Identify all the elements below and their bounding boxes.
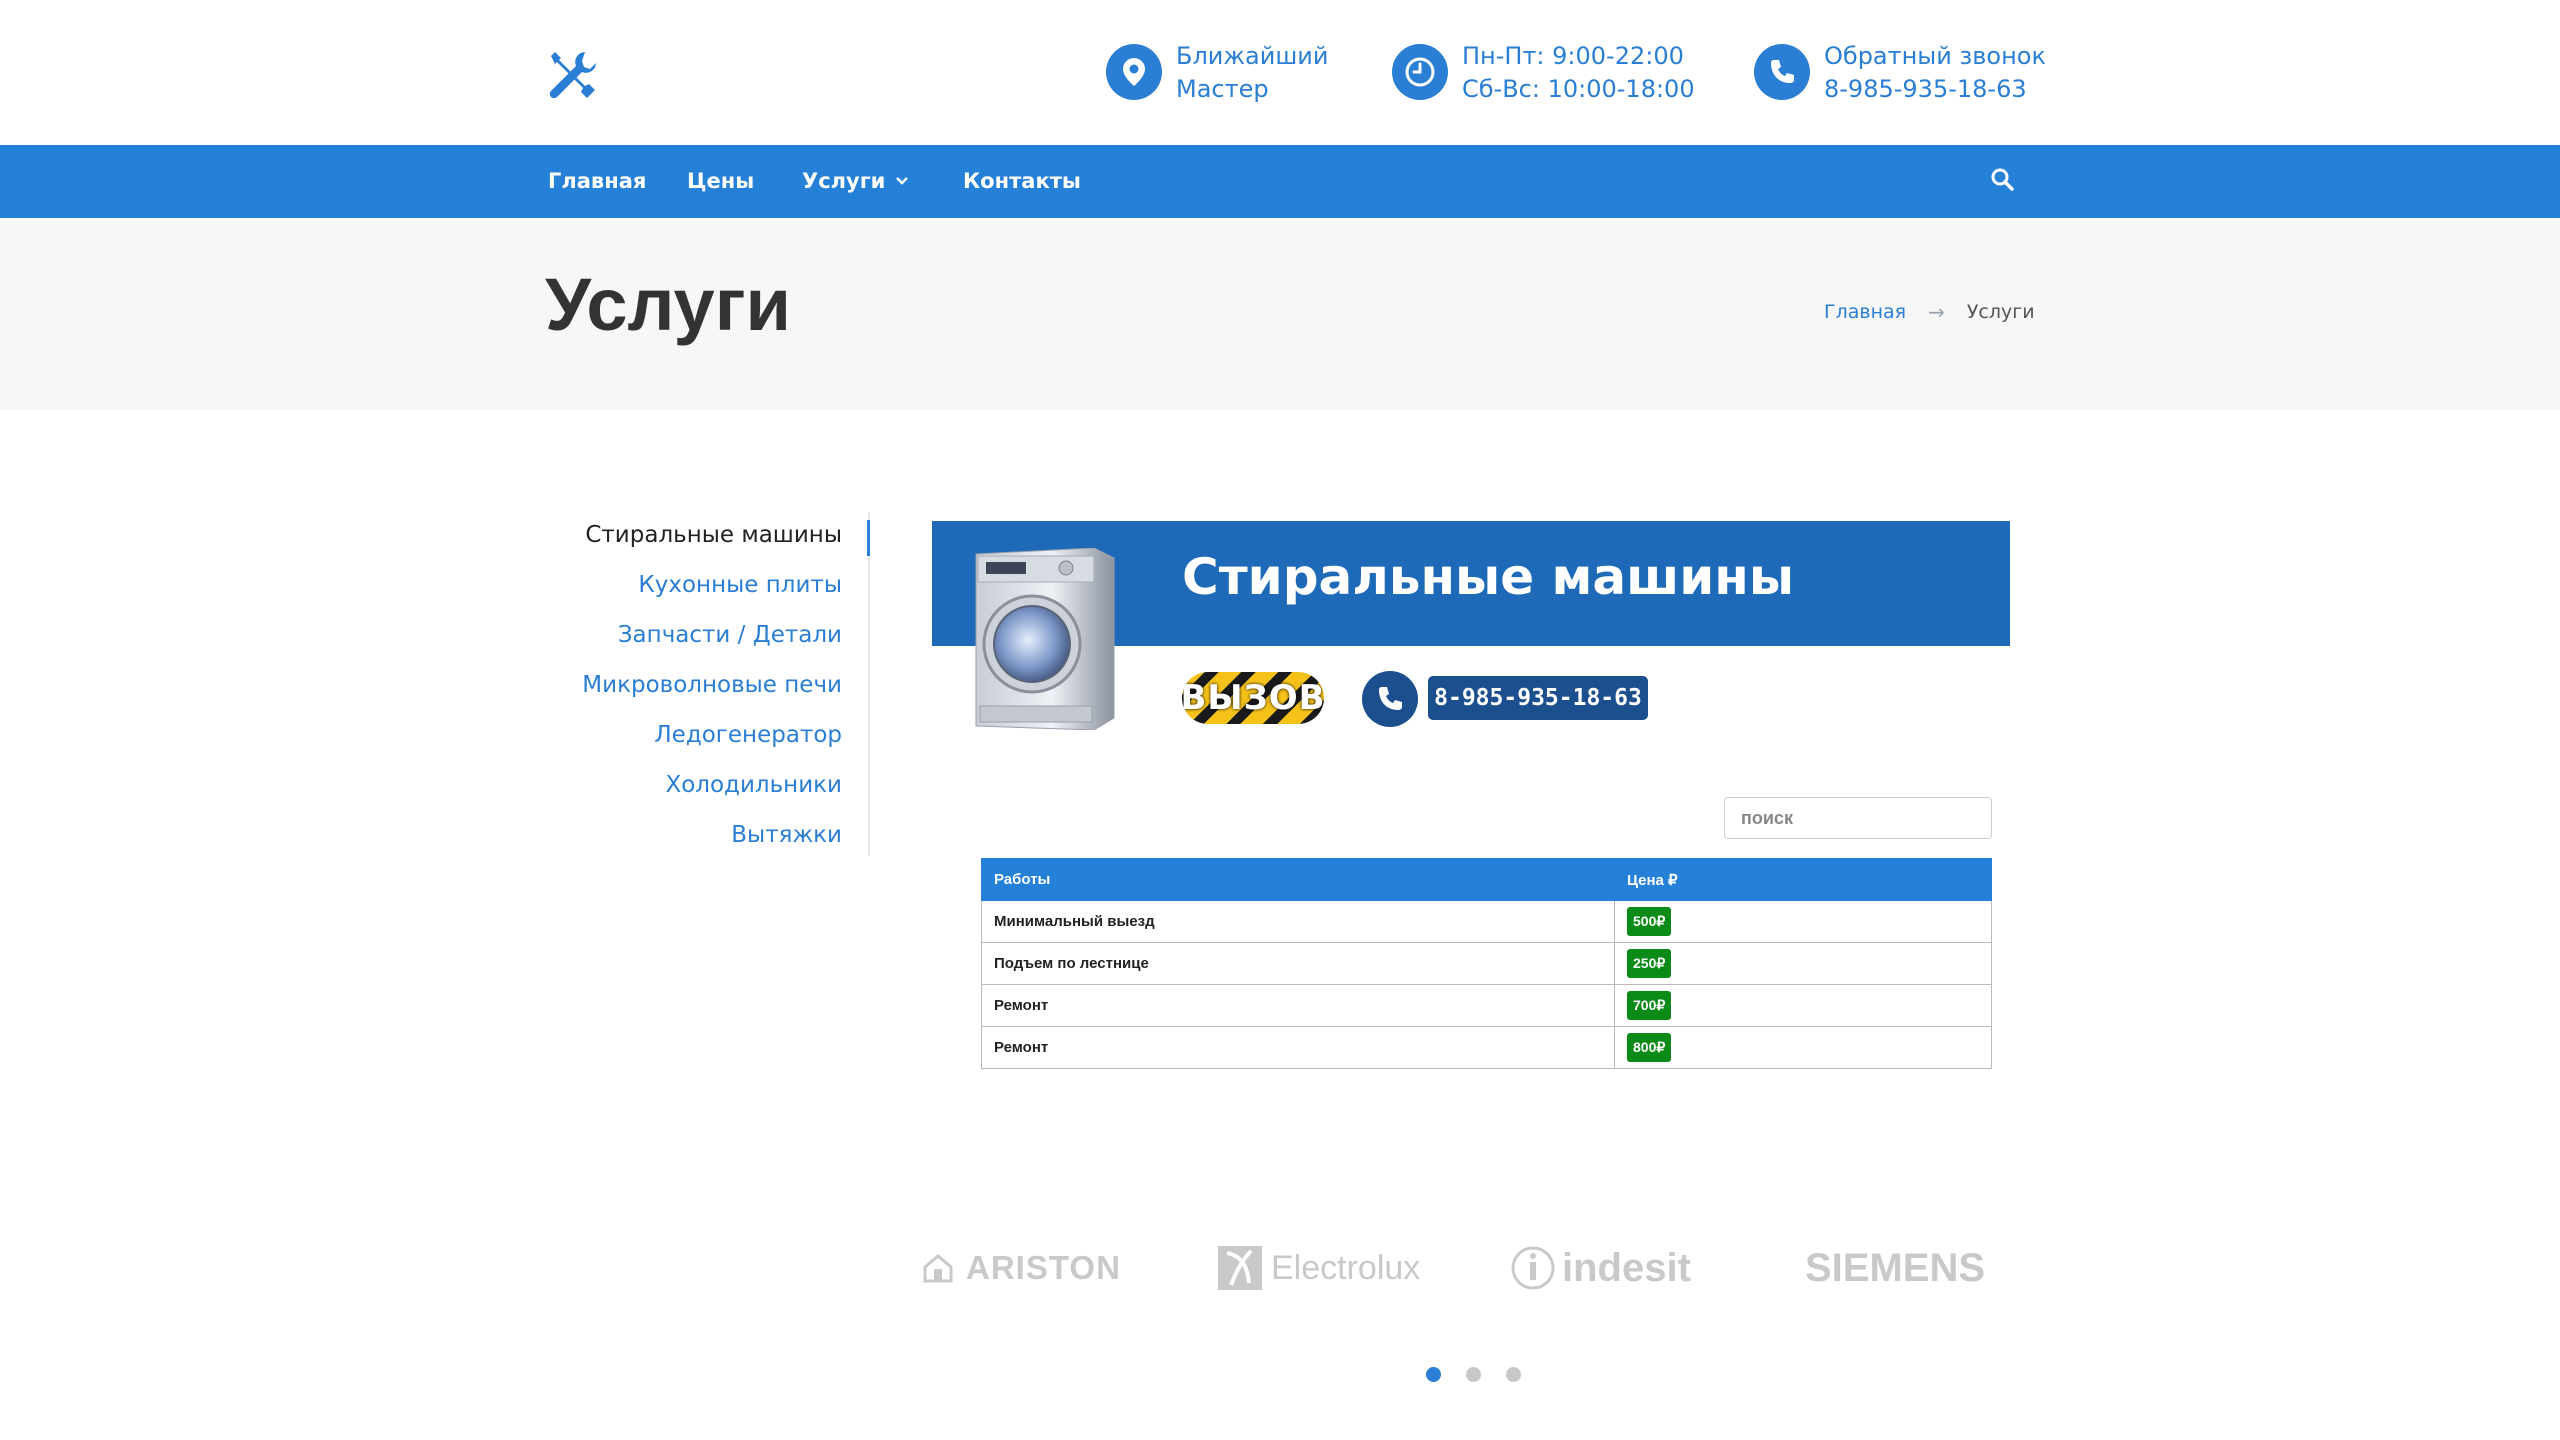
clock-icon xyxy=(1392,44,1448,100)
carousel-dot[interactable] xyxy=(1506,1367,1521,1382)
hours-weekdays: Пн-Пт: 9:00-22:00 xyxy=(1462,42,1684,70)
price-badge: 500₽ xyxy=(1627,907,1672,936)
sidebar-item-fridges[interactable]: Холодильники xyxy=(665,772,842,798)
working-hours: Пн-Пт: 9:00-22:00 Сб-Вс: 10:00-18:00 xyxy=(1392,40,1695,106)
table-search-input[interactable] xyxy=(1724,797,1992,839)
work-cell: Ремонт xyxy=(981,984,1615,1027)
carousel-dot[interactable] xyxy=(1466,1367,1481,1382)
banner-phone[interactable]: 8-985-935-18-63 xyxy=(1428,676,1648,720)
callback-label: Обратный звонок xyxy=(1824,42,2046,70)
washing-machine-image xyxy=(966,547,1118,731)
work-cell: Ремонт xyxy=(981,1026,1615,1069)
column-header-price[interactable]: Цена ₽ xyxy=(1614,858,1992,901)
work-cell: Подъем по лестнице xyxy=(981,942,1615,985)
sidebar-item-hoods[interactable]: Вытяжки xyxy=(731,822,842,848)
brand-ariston-logo[interactable]: ARISTON xyxy=(922,1243,1121,1293)
carousel-dot[interactable] xyxy=(1426,1367,1441,1382)
table-row: Минимальный выезд 500₽ xyxy=(981,900,1992,943)
brand-siemens-logo[interactable]: SIEMENS xyxy=(1805,1243,1985,1293)
house-icon xyxy=(923,1254,953,1283)
chevron-down-icon xyxy=(896,177,909,185)
work-cell: Минимальный выезд xyxy=(981,900,1615,943)
nearest-master[interactable]: Ближайший Мастер xyxy=(1106,40,1328,106)
price-cell: 250₽ xyxy=(1614,942,1992,985)
electrolux-mark-icon xyxy=(1218,1246,1262,1290)
page-title: Услуги xyxy=(545,263,792,346)
price-badge: 800₽ xyxy=(1627,1033,1672,1062)
price-cell: 500₽ xyxy=(1614,900,1992,943)
header-phone: 8-985-935-18-63 xyxy=(1824,75,2027,103)
price-badge: 700₽ xyxy=(1627,991,1672,1020)
brand-indesit-logo[interactable]: indesit xyxy=(1510,1243,1691,1293)
map-pin-icon xyxy=(1106,44,1162,100)
carousel-dots xyxy=(1426,1367,1546,1382)
callback-link[interactable]: Обратный звонок 8-985-935-18-63 xyxy=(1754,40,2046,106)
nav-prices[interactable]: Цены xyxy=(687,169,754,193)
call-label: ВЫЗОВ xyxy=(1182,678,1324,718)
nav-home[interactable]: Главная xyxy=(548,169,646,193)
table-row: Ремонт 700₽ xyxy=(981,984,1992,1027)
page-header: Услуги Главная → Услуги xyxy=(0,218,2560,410)
nearest-line1: Ближайший xyxy=(1176,42,1329,70)
price-table: Работы Цена ₽ Минимальный выезд 500₽ Под… xyxy=(981,858,1992,1069)
price-cell: 700₽ xyxy=(1614,984,1992,1027)
brand-name: SIEMENS xyxy=(1805,1245,1986,1290)
breadcrumb-home[interactable]: Главная xyxy=(1824,301,1906,323)
arrow-right-icon: → xyxy=(1928,300,1945,324)
phone-icon xyxy=(1754,44,1810,100)
banner-title: Стиральные машины xyxy=(1182,548,1795,606)
brand-electrolux-logo[interactable]: Electrolux xyxy=(1217,1243,1420,1293)
main-nav: Главная Цены Услуги Контакты xyxy=(0,145,2560,218)
services-sidebar: Стиральные машины Кухонные плиты Запчаст… xyxy=(560,512,870,856)
column-header-work[interactable]: Работы xyxy=(981,858,1615,901)
brand-name: ARISTON xyxy=(966,1249,1121,1286)
table-row: Подъем по лестнице 250₽ xyxy=(981,942,1992,985)
nav-services[interactable]: Услуги xyxy=(802,169,909,193)
brand-name: Electrolux xyxy=(1271,1248,1421,1287)
sidebar-item-stoves[interactable]: Кухонные плиты xyxy=(638,572,842,598)
nearest-line2: Мастер xyxy=(1176,75,1269,103)
nav-services-label: Услуги xyxy=(802,169,886,193)
tools-icon[interactable] xyxy=(545,48,597,100)
table-header-row: Работы Цена ₽ xyxy=(981,858,1992,901)
breadcrumb: Главная → Услуги xyxy=(1824,300,2035,324)
search-icon[interactable] xyxy=(1990,167,2016,193)
sidebar-item-washing-machines[interactable]: Стиральные машины xyxy=(585,522,842,548)
sidebar-item-microwaves[interactable]: Микроволновые печи xyxy=(582,672,842,698)
breadcrumb-current: Услуги xyxy=(1966,301,2035,323)
price-cell: 800₽ xyxy=(1614,1026,1992,1069)
indesit-mark-icon xyxy=(1511,1246,1555,1290)
table-row: Ремонт 800₽ xyxy=(981,1026,1992,1069)
phone-icon xyxy=(1362,671,1418,727)
sidebar-item-parts[interactable]: Запчасти / Детали xyxy=(618,622,842,648)
nav-contacts[interactable]: Контакты xyxy=(963,169,1081,193)
brand-name: indesit xyxy=(1562,1245,1691,1290)
hours-weekend: Сб-Вс: 10:00-18:00 xyxy=(1462,75,1695,103)
price-badge: 250₽ xyxy=(1627,949,1672,978)
sidebar-item-ice-maker[interactable]: Ледогенератор xyxy=(654,722,842,748)
call-master-button[interactable]: ВЫЗОВ xyxy=(1182,672,1324,724)
top-header: Ближайший Мастер Пн-Пт: 9:00-22:00 Сб-Вс… xyxy=(0,0,2560,145)
active-indicator xyxy=(867,520,870,556)
